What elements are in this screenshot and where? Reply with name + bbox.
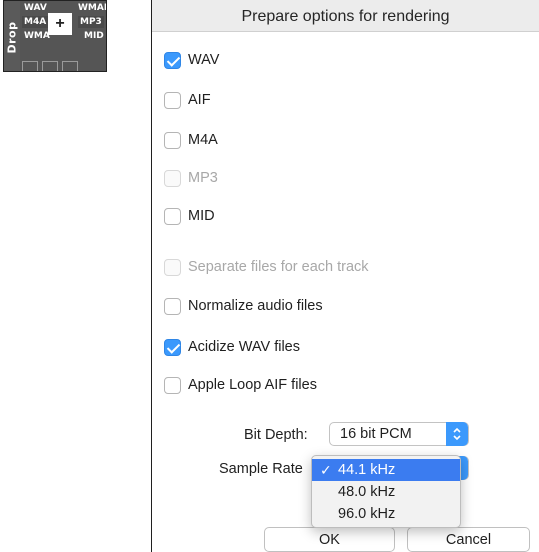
drop-format-m4a: M4A: [22, 16, 49, 28]
cancel-button[interactable]: Cancel: [407, 527, 530, 552]
option-m4a[interactable]: M4A: [164, 130, 218, 150]
checkbox-acidize[interactable]: [164, 338, 181, 356]
option-normalize-label: Normalize audio files: [188, 298, 323, 314]
checkbox-mp3: [164, 169, 181, 187]
drop-format-mp3: MP3: [78, 16, 104, 28]
sample-rate-option-label: 96.0 kHz: [338, 506, 396, 522]
drop-slot-icon: [42, 61, 58, 71]
option-normalize[interactable]: Normalize audio files: [164, 296, 323, 316]
drop-bottom-icons: [22, 57, 104, 71]
sample-rate-label: Sample Rate: [219, 461, 303, 477]
bit-depth-value: 16 bit PCM: [340, 426, 412, 442]
checkbox-mid[interactable]: [164, 207, 181, 225]
checkbox-normalize[interactable]: [164, 297, 181, 315]
option-acidize-label: Acidize WAV files: [188, 339, 300, 355]
drop-format-wav: WAV: [24, 3, 47, 13]
bit-depth-select[interactable]: 16 bit PCM: [329, 422, 469, 446]
option-mid[interactable]: MID: [164, 206, 215, 226]
drop-slot-icon: [22, 61, 38, 71]
drop-tab-label: Drop: [5, 21, 19, 53]
bit-depth-label: Bit Depth:: [244, 427, 308, 443]
render-options-dialog: Prepare options for rendering WAV AIF M4…: [151, 0, 539, 552]
option-wav[interactable]: WAV: [164, 50, 219, 70]
checkbox-separate-files: [164, 258, 181, 276]
sample-rate-option-44[interactable]: ✓ 44.1 kHz: [312, 459, 460, 481]
sample-rate-option-label: 44.1 kHz: [338, 462, 396, 478]
ok-button[interactable]: OK: [264, 527, 395, 552]
checkbox-wav[interactable]: [164, 51, 181, 69]
sample-rate-option-96[interactable]: 96.0 kHz: [312, 503, 460, 525]
dialog-title: Prepare options for rendering: [152, 0, 539, 32]
option-aif-label: AIF: [188, 92, 211, 108]
drop-tab: Drop: [4, 1, 20, 71]
checkbox-m4a[interactable]: [164, 131, 181, 149]
checkbox-aif[interactable]: [164, 91, 181, 109]
option-separate-files-label: Separate files for each track: [188, 259, 369, 275]
option-mp3: MP3: [164, 168, 218, 188]
drop-format-wmal: WMAL: [78, 3, 107, 13]
sample-rate-option-48[interactable]: 48.0 kHz: [312, 481, 460, 503]
option-aif[interactable]: AIF: [164, 90, 211, 110]
updown-arrows-icon: [446, 422, 468, 446]
drop-widget[interactable]: Drop WAV WMAL M4A MP3 WMA MID +: [3, 0, 107, 72]
sample-rate-option-label: 48.0 kHz: [338, 484, 396, 500]
checkbox-apple-loop[interactable]: [164, 376, 181, 394]
option-m4a-label: M4A: [188, 132, 218, 148]
option-wav-label: WAV: [188, 52, 220, 68]
checkmark-icon: ✓: [320, 462, 332, 478]
drop-format-mid: MID: [84, 31, 104, 41]
drop-plus-icon[interactable]: +: [48, 13, 72, 35]
option-apple-loop-label: Apple Loop AIF files: [188, 377, 317, 393]
option-separate-files: Separate files for each track: [164, 257, 369, 277]
drop-slot-icon: [62, 61, 78, 71]
option-mp3-label: MP3: [188, 170, 218, 186]
option-mid-label: MID: [188, 208, 215, 224]
option-acidize[interactable]: Acidize WAV files: [164, 337, 300, 357]
option-apple-loop[interactable]: Apple Loop AIF files: [164, 375, 317, 395]
sample-rate-menu: ✓ 44.1 kHz 48.0 kHz 96.0 kHz: [311, 455, 461, 528]
